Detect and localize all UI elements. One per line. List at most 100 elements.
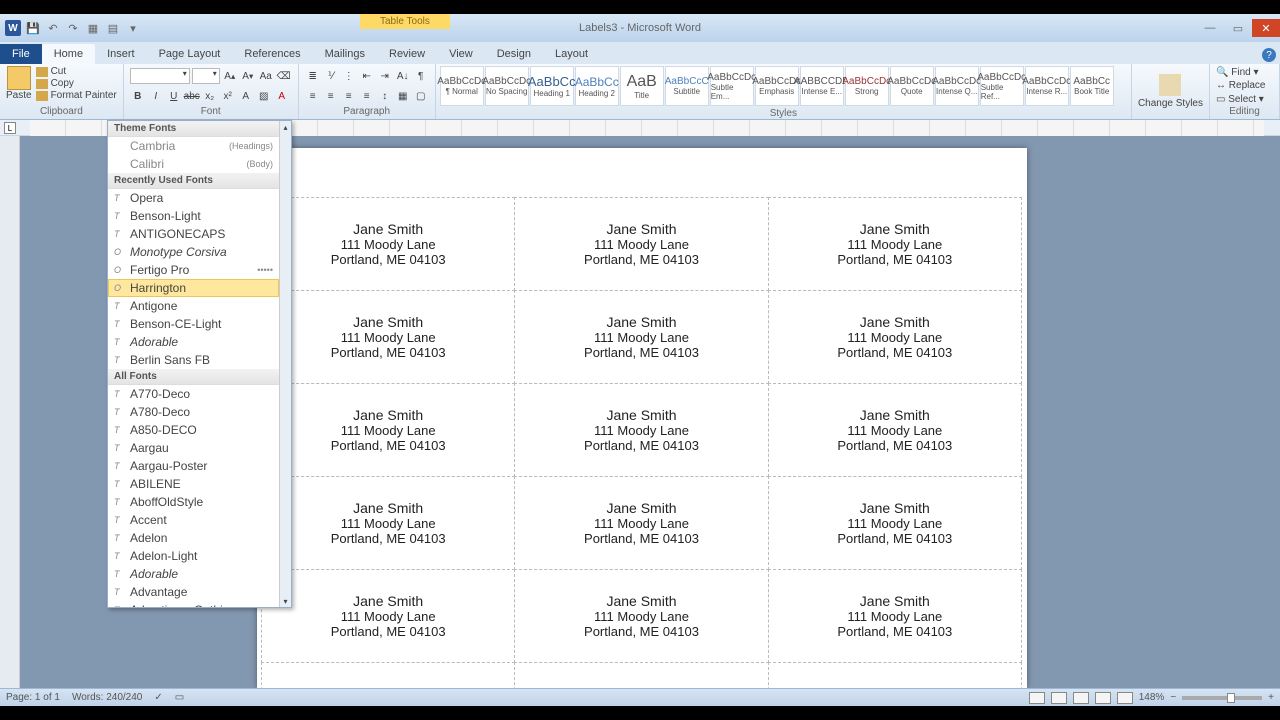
label-cell[interactable]: Jane Smith111 Moody LanePortland, ME 041… — [261, 569, 515, 663]
font-item[interactable]: TAdvertisers-Gothic — [108, 601, 279, 607]
style-item[interactable]: AaBbCcDcNo Spacing — [485, 66, 529, 106]
label-cell[interactable]: Jane Smith111 Moody LanePortland, ME 041… — [768, 383, 1022, 477]
label-cell[interactable]: Jane Smith111 Moody LanePortland, ME 041… — [768, 569, 1022, 663]
shrink-font-icon[interactable]: A▾ — [240, 68, 256, 84]
superscript-button[interactable]: x² — [220, 88, 236, 104]
tab-insert[interactable]: Insert — [95, 44, 147, 64]
tab-references[interactable]: References — [232, 44, 312, 64]
subscript-button[interactable]: x₂ — [202, 88, 218, 104]
insert-mode-icon[interactable]: ▭ — [175, 692, 184, 703]
replace-button[interactable]: ↔ Replace — [1216, 80, 1273, 91]
font-item[interactable]: Calibri(Body) — [108, 155, 279, 173]
tab-home[interactable]: Home — [42, 44, 95, 64]
shading-icon[interactable]: ▦ — [395, 88, 411, 104]
tab-file[interactable]: File — [0, 44, 42, 64]
font-item[interactable]: TAdelon-Light — [108, 547, 279, 565]
print-layout-view-icon[interactable] — [1029, 692, 1045, 704]
vertical-ruler[interactable] — [0, 136, 20, 688]
font-item[interactable]: TA770-Deco — [108, 385, 279, 403]
font-item[interactable]: TA780-Deco — [108, 403, 279, 421]
redo-icon[interactable]: ↷ — [64, 19, 82, 37]
label-cell[interactable]: Jane Smith111 Moody LanePortland, ME 041… — [768, 197, 1022, 291]
style-item[interactable]: AaBbCcBook Title — [1070, 66, 1114, 106]
page[interactable]: Jane Smith111 Moody LanePortland, ME 041… — [257, 148, 1027, 688]
label-cell[interactable]: Jane Smith111 Moody LanePortland, ME 041… — [514, 476, 768, 570]
zoom-level[interactable]: 148% — [1139, 692, 1165, 703]
font-item[interactable]: TAdvantage — [108, 583, 279, 601]
label-cell[interactable]: Jane Smith111 Moody LanePortland, ME 041… — [514, 383, 768, 477]
font-item[interactable]: TA850-DECO — [108, 421, 279, 439]
align-left-icon[interactable]: ≡ — [305, 88, 321, 104]
bullets-icon[interactable]: ≣ — [305, 68, 321, 84]
dropdown-scrollbar[interactable]: ▴ ▾ — [279, 121, 291, 607]
style-item[interactable]: AaBbCcDcStrong — [845, 66, 889, 106]
style-item[interactable]: AaBbCcDcQuote — [890, 66, 934, 106]
clear-formatting-icon[interactable]: ⌫ — [276, 68, 292, 84]
style-item[interactable]: AaBbCcHeading 2 — [575, 66, 619, 106]
label-cell[interactable]: Jane Smith111 Moody LanePortland, ME 041… — [768, 290, 1022, 384]
font-item[interactable]: Cambria(Headings) — [108, 137, 279, 155]
label-cell[interactable]: Jane Smith111 Moody LanePortland, ME 041… — [514, 662, 768, 688]
format-painter-button[interactable]: Format Painter — [36, 90, 117, 101]
spell-check-icon[interactable]: ✓ — [154, 692, 162, 703]
font-item[interactable]: TAdorable — [108, 565, 279, 583]
align-right-icon[interactable]: ≡ — [341, 88, 357, 104]
styles-gallery[interactable]: AaBbCcDc¶ NormalAaBbCcDcNo Spacing AaBbCc… — [436, 64, 1131, 108]
font-color-icon[interactable]: A — [274, 88, 290, 104]
select-button[interactable]: ▭ Select ▾ — [1216, 94, 1273, 105]
style-item[interactable]: AaBbCcDcSubtle Em... — [710, 66, 754, 106]
word-count[interactable]: Words: 240/240 — [72, 692, 142, 703]
font-item[interactable]: TAargau — [108, 439, 279, 457]
tab-selector[interactable]: L — [4, 122, 16, 134]
font-item[interactable]: TBenson-CE-Light — [108, 315, 279, 333]
font-item[interactable]: TBerlin Sans FB — [108, 351, 279, 369]
decrease-indent-icon[interactable]: ⇤ — [359, 68, 375, 84]
maximize-button[interactable]: ▭ — [1224, 19, 1252, 37]
close-button[interactable]: ✕ — [1252, 19, 1280, 37]
multilevel-icon[interactable]: ⋮ — [341, 68, 357, 84]
sort-icon[interactable]: A↓ — [395, 68, 411, 84]
style-item[interactable]: AABBCCDDIntense E... — [800, 66, 844, 106]
full-screen-view-icon[interactable] — [1051, 692, 1067, 704]
copy-button[interactable]: Copy — [36, 78, 117, 89]
tab-review[interactable]: Review — [377, 44, 437, 64]
style-item[interactable]: AaBbCcDcSubtle Ref... — [980, 66, 1024, 106]
borders-icon[interactable]: ▢ — [413, 88, 429, 104]
cut-button[interactable]: Cut — [36, 66, 117, 77]
web-layout-view-icon[interactable] — [1073, 692, 1089, 704]
line-spacing-icon[interactable]: ↕ — [377, 88, 393, 104]
font-item[interactable]: OFertigo Pro••••• — [108, 261, 279, 279]
font-item[interactable]: TOpera — [108, 189, 279, 207]
label-cell[interactable]: Jane Smith111 Moody LanePortland, ME 041… — [768, 476, 1022, 570]
strikethrough-button[interactable]: abc — [184, 88, 200, 104]
label-cell[interactable]: Jane Smith111 Moody LanePortland, ME 041… — [261, 383, 515, 477]
font-item[interactable]: TAccent — [108, 511, 279, 529]
style-item[interactable]: AaBbCcCSubtitle — [665, 66, 709, 106]
undo-icon[interactable]: ↶ — [44, 19, 62, 37]
increase-indent-icon[interactable]: ⇥ — [377, 68, 393, 84]
label-cell[interactable]: Jane Smith111 Moody LanePortland, ME 041… — [768, 662, 1022, 688]
label-cell[interactable]: Jane Smith111 Moody LanePortland, ME 041… — [261, 290, 515, 384]
numbering-icon[interactable]: ⅟ — [323, 68, 339, 84]
draft-view-icon[interactable] — [1117, 692, 1133, 704]
font-size-combo[interactable] — [192, 68, 220, 84]
scroll-down-icon[interactable]: ▾ — [280, 595, 291, 607]
font-item[interactable]: TANTIGONECAPS — [108, 225, 279, 243]
style-item[interactable]: AaBbCcDc¶ Normal — [440, 66, 484, 106]
change-case-icon[interactable]: Aa — [258, 68, 274, 84]
change-styles-button[interactable]: Change Styles — [1132, 64, 1210, 119]
justify-icon[interactable]: ≡ — [359, 88, 375, 104]
minimize-button[interactable]: — — [1196, 19, 1224, 37]
highlight-icon[interactable]: ▨ — [256, 88, 272, 104]
label-cell[interactable]: Jane Smith111 Moody LanePortland, ME 041… — [261, 476, 515, 570]
tab-page-layout[interactable]: Page Layout — [147, 44, 233, 64]
style-item[interactable]: AaBbCcDcIntense R... — [1025, 66, 1069, 106]
grow-font-icon[interactable]: A▴ — [222, 68, 238, 84]
style-item[interactable]: AaBbCcDcEmphasis — [755, 66, 799, 106]
tab-mailings[interactable]: Mailings — [313, 44, 377, 64]
zoom-out-button[interactable]: − — [1170, 692, 1176, 703]
text-effects-icon[interactable]: A — [238, 88, 254, 104]
font-item[interactable]: OMonotype Corsiva — [108, 243, 279, 261]
label-cell[interactable]: Jane Smith111 Moody LanePortland, ME 041… — [261, 662, 515, 688]
font-item[interactable]: TAboffOldStyle — [108, 493, 279, 511]
